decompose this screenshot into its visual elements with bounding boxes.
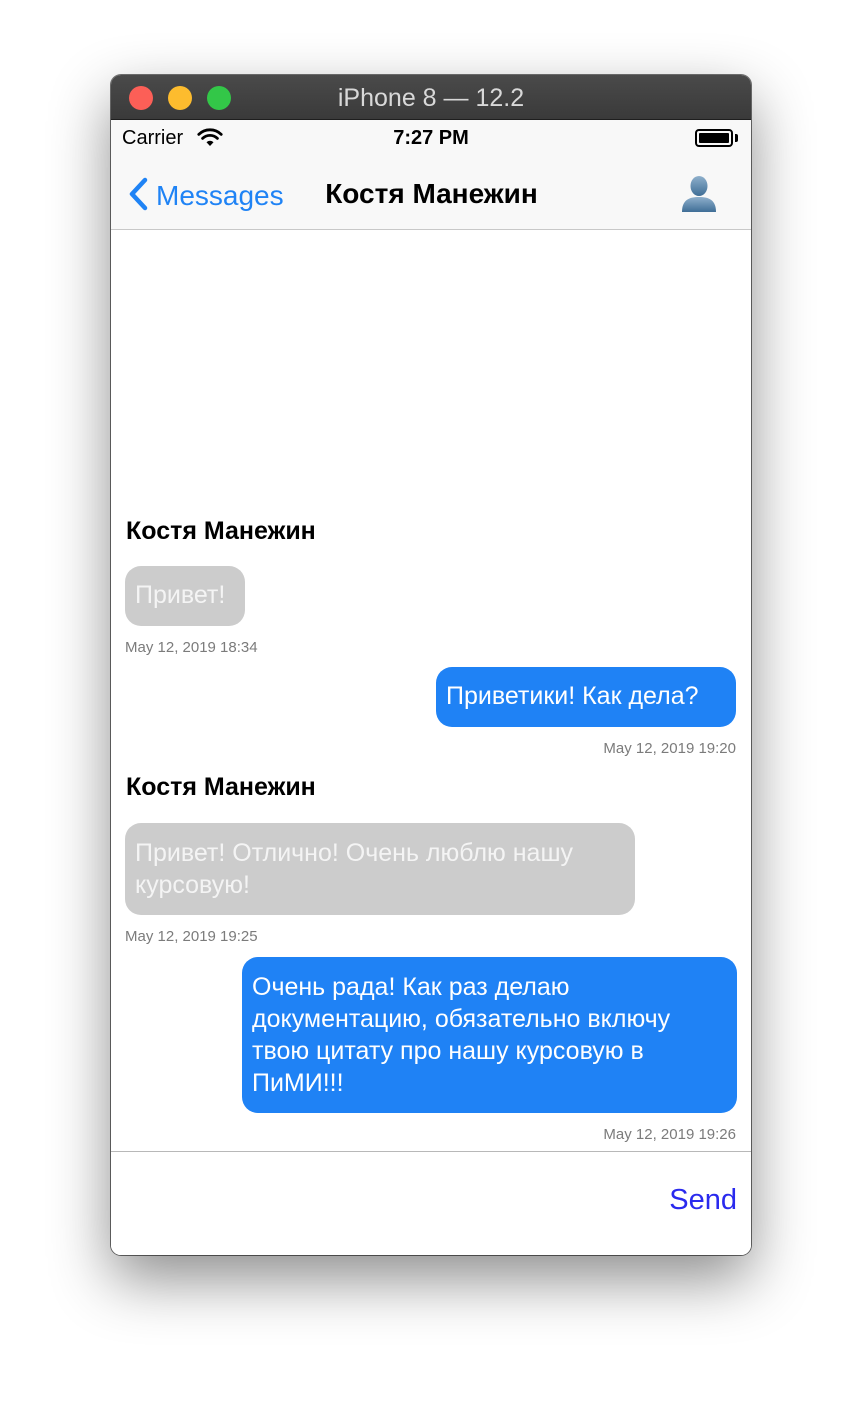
window-title: iPhone 8 — 12.2 [337, 84, 525, 112]
message-input-bar: Send [111, 1151, 751, 1255]
simulator-window: iPhone 8 — 12.2 Carrier 7:27 PM Messages… [111, 75, 751, 1255]
message-text-line: документацию, обязательно включу [252, 1005, 671, 1033]
person-icon[interactable] [679, 172, 719, 216]
chevron-left-icon [129, 177, 148, 211]
status-bar: Carrier 7:27 PM [111, 120, 751, 160]
message-text-line: ПиМИ!!! [252, 1069, 344, 1097]
battery-tip [735, 134, 738, 142]
message-text-line: курсовую! [135, 871, 250, 899]
message-list[interactable]: Костя Манежин Привет! May 12, 2019 18:34… [111, 231, 751, 1151]
message-timestamp: May 12, 2019 19:26 [603, 1126, 736, 1143]
message-input[interactable] [123, 1170, 643, 1232]
navigation-bar: Messages Костя Манежин [111, 160, 751, 230]
message-bubble-incoming[interactable]: Привет! Отлично! Очень люблю нашу курсов… [125, 823, 635, 915]
message-text-line: Привет! Отлично! Очень люблю нашу [135, 839, 574, 867]
sender-name: Костя Манежин [126, 517, 316, 545]
message-bubble-outgoing[interactable]: Очень рада! Как раз делаю документацию, … [242, 957, 737, 1113]
message-text-line: Привет! [135, 581, 226, 609]
message-text-line: Приветики! Как дела? [446, 682, 699, 710]
battery-icon [695, 129, 733, 147]
sender-name: Костя Манежин [126, 773, 316, 801]
message-text-line: твою цитату про нашу курсовую в [252, 1037, 644, 1065]
message-bubble-outgoing[interactable]: Приветики! Как дела? [436, 667, 736, 727]
window-titlebar: iPhone 8 — 12.2 [111, 75, 751, 120]
message-text-line: Очень рада! Как раз делаю [252, 973, 570, 1001]
message-timestamp: May 12, 2019 19:25 [125, 928, 258, 945]
send-button[interactable]: Send [657, 1184, 737, 1217]
message-bubble-incoming[interactable]: Привет! [125, 566, 245, 626]
conversation-title: Костя Манежин [325, 178, 538, 209]
back-button-label: Messages [156, 180, 284, 211]
message-timestamp: May 12, 2019 19:20 [603, 740, 736, 757]
message-timestamp: May 12, 2019 18:34 [125, 639, 258, 656]
clock: 7:27 PM [393, 127, 469, 149]
phone-screen: Carrier 7:27 PM Messages Костя Манежин К… [111, 120, 751, 1255]
